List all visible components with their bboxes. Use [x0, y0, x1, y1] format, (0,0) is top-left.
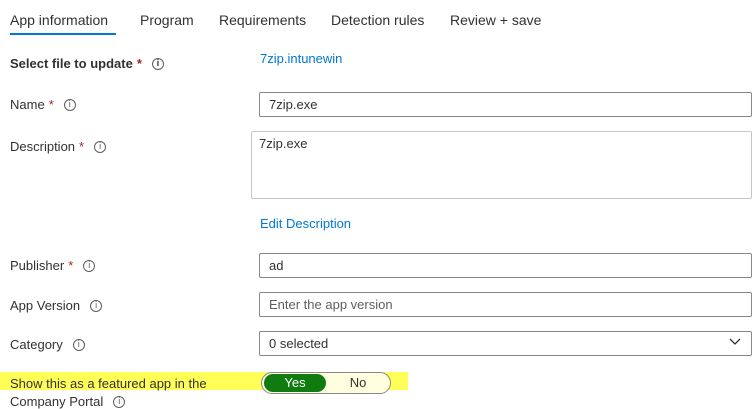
toggle-yes[interactable]: Yes	[264, 374, 326, 392]
publisher-field[interactable]	[259, 253, 752, 278]
active-tab-indicator	[10, 33, 116, 35]
description-label: Description	[10, 139, 76, 154]
required-mark: *	[68, 258, 74, 273]
chevron-down-icon	[729, 338, 741, 345]
tab-detection-rules[interactable]: Detection rules	[331, 12, 424, 28]
required-mark: *	[48, 97, 54, 112]
tab-program[interactable]: Program	[140, 12, 194, 28]
info-icon[interactable]: i	[72, 338, 85, 351]
info-icon[interactable]: i	[63, 98, 76, 111]
info-icon[interactable]: i	[90, 299, 103, 312]
featured-label: Show this as a featured app in the	[10, 376, 207, 391]
tab-review-save[interactable]: Review + save	[450, 12, 541, 28]
tab-bar: App information Program Requirements Det…	[0, 0, 752, 38]
required-mark: *	[79, 139, 85, 154]
select-file-label-row: Select file to update * i	[10, 56, 164, 71]
category-label: Category	[10, 337, 63, 352]
edit-description-link[interactable]: Edit Description	[260, 216, 351, 231]
featured-label-row2: Company Portal i	[10, 394, 126, 409]
app-version-label: App Version	[10, 298, 81, 313]
category-value: 0 selected	[269, 336, 329, 351]
tab-requirements[interactable]: Requirements	[219, 12, 306, 28]
name-label-row: Name * i	[10, 97, 76, 112]
category-label-row: Category i	[10, 337, 85, 352]
publisher-label: Publisher	[10, 258, 65, 273]
category-dropdown[interactable]: 0 selected	[259, 331, 752, 356]
info-icon[interactable]: i	[151, 57, 164, 70]
description-label-row: Description * i	[10, 139, 107, 154]
app-version-label-row: App Version i	[10, 298, 103, 313]
featured-label-line1: Show this as a featured app in the	[10, 376, 207, 391]
featured-label-continued: Company Portal	[10, 394, 104, 409]
select-file-label: Select file to update	[10, 56, 133, 71]
app-version-field[interactable]	[259, 292, 752, 317]
tab-app-information[interactable]: App information	[10, 12, 108, 28]
file-name-link[interactable]: 7zip.intunewin	[260, 51, 342, 66]
toggle-no[interactable]: No	[328, 373, 388, 393]
description-field[interactable]: 7zip.exe	[251, 131, 752, 199]
info-icon[interactable]: i	[94, 140, 107, 153]
name-field[interactable]	[259, 92, 752, 117]
info-icon[interactable]: i	[83, 259, 96, 272]
required-mark: *	[136, 56, 142, 71]
name-label: Name	[10, 97, 45, 112]
featured-toggle[interactable]: Yes No	[261, 372, 391, 394]
info-icon[interactable]: i	[113, 395, 126, 408]
publisher-label-row: Publisher * i	[10, 258, 96, 273]
